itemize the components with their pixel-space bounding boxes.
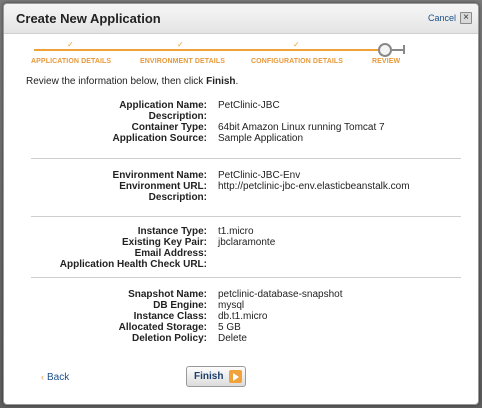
field-label: Environment Name:	[112, 170, 207, 181]
finish-emphasis: Finish	[206, 76, 236, 87]
field-value: PetClinic-JBC-Env	[218, 170, 301, 181]
summary-row: Existing Key Pair: jbclaramonte	[31, 237, 456, 248]
field-label: Deletion Policy:	[131, 333, 207, 344]
field-value: db.t1.micro	[218, 311, 268, 322]
field-value: 64bit Amazon Linux running Tomcat 7	[218, 122, 385, 133]
step-label-configuration-details: CONFIGURATION DETAILS	[251, 58, 344, 65]
field-label: Application Health Check URL:	[59, 259, 207, 270]
field-value: http://petclinic-jbc-env.elasticbeanstal…	[218, 181, 410, 192]
wizard-progress: ✓ ✓ ✓ APPLICATION DETAILS ENVIRONMENT DE…	[29, 40, 409, 70]
field-value: t1.micro	[218, 226, 254, 237]
step-complete-icon: ✓	[67, 40, 74, 49]
dialog-titlebar: Create New Application Cancel ×	[4, 4, 478, 34]
progress-line	[34, 49, 381, 51]
arrow-right-icon	[229, 370, 242, 383]
back-label: Back	[47, 372, 70, 383]
field-value: 5 GB	[218, 322, 241, 333]
field-label: Allocated Storage:	[118, 322, 207, 333]
finish-label: Finish	[194, 371, 224, 382]
divider	[31, 216, 461, 217]
summary-row: Deletion Policy: Delete	[31, 333, 456, 344]
field-label: Existing Key Pair:	[121, 237, 207, 248]
summary-row: Instance Class: db.t1.micro	[31, 311, 456, 322]
field-value: petclinic-database-snapshot	[218, 289, 343, 300]
database-summary: Snapshot Name: petclinic-database-snapsho…	[31, 289, 456, 344]
back-link[interactable]: ‹ Back	[41, 372, 69, 383]
current-step-icon	[378, 43, 392, 57]
summary-row: DB Engine: mysql	[31, 300, 456, 311]
field-label: Snapshot Name:	[128, 289, 207, 300]
field-label: Description:	[148, 192, 207, 203]
cancel-link[interactable]: Cancel	[428, 13, 456, 23]
summary-row: Application Health Check URL:	[31, 259, 456, 270]
field-label: Instance Type:	[137, 226, 207, 237]
field-value: jbclaramonte	[218, 237, 276, 248]
configuration-summary: Instance Type: t1.micro Existing Key Pair:…	[31, 226, 456, 270]
field-value: Sample Application	[218, 133, 304, 144]
field-label: Instance Class:	[133, 311, 207, 322]
step-label-application-details: APPLICATION DETAILS	[31, 58, 112, 65]
field-label: DB Engine:	[153, 300, 207, 311]
chevron-left-icon: ‹	[41, 372, 44, 382]
step-label-review: REVIEW	[372, 58, 401, 65]
summary-row: Application Source: Sample Application	[31, 133, 456, 144]
summary-row: Email Address:	[31, 248, 456, 259]
summary-row: Description:	[31, 192, 456, 203]
step-complete-icon: ✓	[177, 40, 184, 49]
dialog-title: Create New Application	[16, 11, 161, 26]
environment-summary: Environment Name: PetClinic-JBC-Env Enviro…	[31, 170, 456, 203]
summary-row: Snapshot Name: petclinic-database-snapsho…	[31, 289, 456, 300]
progress-end-cap	[403, 45, 405, 54]
field-label: Environment URL:	[119, 181, 207, 192]
divider	[31, 158, 461, 159]
field-label: Application Name:	[119, 100, 207, 111]
field-value: Delete	[218, 333, 247, 344]
field-label: Email Address:	[134, 248, 207, 259]
finish-button[interactable]: Finish	[186, 366, 246, 387]
summary-row: Allocated Storage: 5 GB	[31, 322, 456, 333]
field-value: mysql	[218, 300, 245, 311]
summary-row: Environment Name: PetClinic-JBC-Env	[31, 170, 456, 181]
summary-row: Description:	[31, 111, 456, 122]
step-complete-icon: ✓	[293, 40, 300, 49]
step-label-environment-details: ENVIRONMENT DETAILS	[140, 58, 225, 65]
application-summary: Application Name: PetClinic-JBC Descriptio…	[31, 100, 456, 144]
field-value: PetClinic-JBC	[218, 100, 280, 111]
close-icon[interactable]: ×	[460, 12, 472, 24]
summary-row: Environment URL: http://petclinic-jbc-env…	[31, 181, 456, 192]
field-label: Description:	[148, 111, 207, 122]
divider	[31, 277, 461, 278]
summary-row: Instance Type: t1.micro	[31, 226, 456, 237]
field-label: Application Source:	[112, 133, 207, 144]
review-instructions: Review the information below, then click…	[26, 76, 239, 87]
summary-row: Application Name: PetClinic-JBC	[31, 100, 456, 111]
summary-row: Container Type: 64bit Amazon Linux runnin…	[31, 122, 456, 133]
create-application-dialog: Create New Application Cancel × ✓ ✓ ✓ AP…	[3, 3, 479, 405]
field-label: Container Type:	[131, 122, 207, 133]
